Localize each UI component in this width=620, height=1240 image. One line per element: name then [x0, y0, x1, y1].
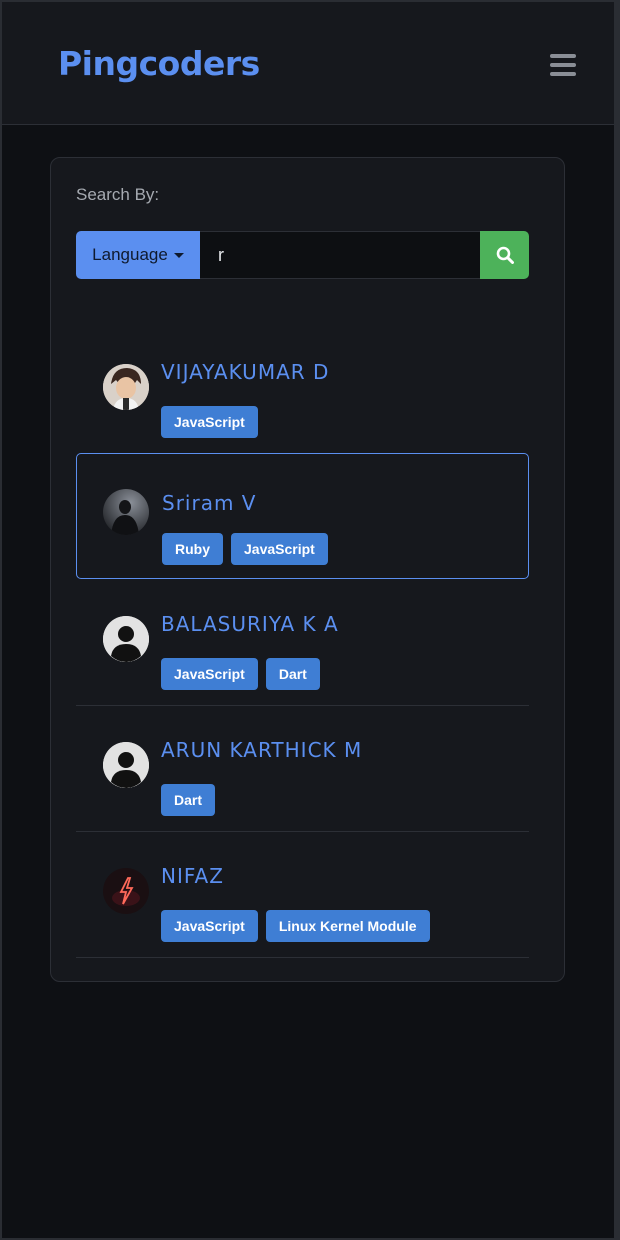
language-badge: Dart: [265, 658, 320, 690]
user-item-balasuriya[interactable]: BALASURIYA K A JavaScript Dart: [76, 580, 529, 706]
user-name[interactable]: VIJAYAKUMAR D: [161, 360, 329, 384]
user-avatar: [103, 616, 149, 662]
navbar: Pingcoders: [2, 2, 614, 125]
language-badge: JavaScript: [231, 533, 328, 565]
language-badge: Ruby: [162, 533, 223, 565]
language-badges: JavaScript Dart: [161, 658, 320, 690]
user-name[interactable]: Sriram V: [162, 491, 256, 515]
language-badge: Linux Kernel Module: [265, 910, 430, 942]
default-user-icon: [103, 616, 149, 662]
language-badge: JavaScript: [161, 658, 258, 690]
user-avatar: [103, 868, 149, 914]
user-name[interactable]: NIFAZ: [161, 864, 224, 888]
language-badges: Ruby JavaScript: [162, 533, 328, 565]
user-avatar: [103, 489, 149, 535]
hamburger-menu-icon[interactable]: [550, 54, 576, 78]
language-filter-dropdown[interactable]: Language: [76, 231, 200, 279]
user-name[interactable]: BALASURIYA K A: [161, 612, 339, 636]
user-item-vijayakumar[interactable]: VIJAYAKUMAR D JavaScript: [76, 328, 529, 454]
search-icon: [496, 246, 514, 264]
language-badges: JavaScript Linux Kernel Module: [161, 910, 430, 942]
search-button[interactable]: [480, 231, 529, 279]
search-bar: Language: [76, 231, 529, 279]
language-badge: Dart: [161, 784, 216, 816]
search-label: Search By:: [76, 185, 160, 204]
default-user-icon: [103, 742, 149, 788]
user-avatar: [103, 742, 149, 788]
language-filter-label: Language: [92, 245, 168, 264]
caret-down-icon: [173, 252, 184, 258]
search-input[interactable]: [200, 231, 480, 279]
language-badges: JavaScript: [161, 406, 258, 438]
user-avatar: [103, 364, 149, 410]
language-badge: JavaScript: [161, 406, 258, 438]
user-name[interactable]: ARUN KARTHICK M: [161, 738, 362, 762]
language-badges: Dart: [161, 784, 216, 816]
user-item-nifaz[interactable]: NIFAZ JavaScript Linux Kernel Module: [76, 832, 529, 958]
search-card: Search By: Language VIJAYAKUMAR D: [50, 157, 565, 982]
user-item-arun-karthick[interactable]: ARUN KARTHICK M Dart: [76, 706, 529, 832]
neon-bolt-icon: [103, 868, 149, 914]
language-badge: JavaScript: [161, 910, 258, 942]
brand-logo[interactable]: Pingcoders: [58, 44, 260, 83]
user-item-sriram[interactable]: Sriram V Ruby JavaScript: [76, 453, 529, 579]
